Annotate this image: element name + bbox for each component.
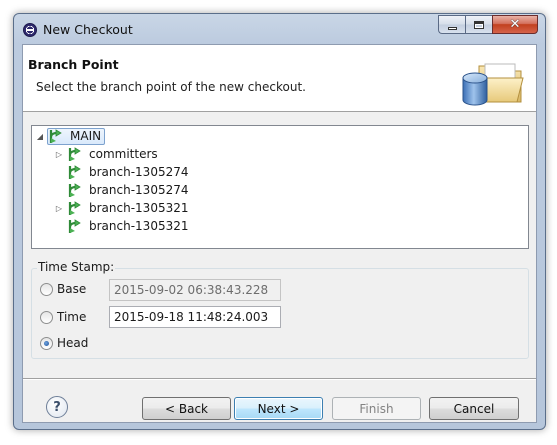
button-bar-separator <box>23 378 536 380</box>
help-icon: ? <box>53 399 61 415</box>
tree-label: MAIN <box>70 129 102 143</box>
dialog-client: Branch Point Select the branch point of … <box>22 44 537 423</box>
page-title: Branch Point <box>28 57 119 72</box>
next-button[interactable]: Next > <box>234 397 323 420</box>
maximize-icon <box>474 20 484 29</box>
close-icon: ✕ <box>509 17 521 32</box>
tree-row[interactable]: branch-1305274 <box>67 163 191 181</box>
radio-head[interactable]: Head <box>40 331 88 355</box>
tree-item-main[interactable]: MAIN <box>47 127 106 145</box>
dialog-window: New Checkout ✕ Branch Point Select the b… <box>13 13 546 430</box>
radio-base[interactable]: Base <box>40 277 86 301</box>
radio-button[interactable] <box>40 336 53 350</box>
maximize-button[interactable] <box>465 15 492 34</box>
branch-icon <box>68 201 81 215</box>
time-timestamp-field[interactable]: 2015-09-18 11:48:24.003 <box>109 306 281 328</box>
tree-row[interactable]: ▷ committers <box>54 145 160 163</box>
tree-label: branch-1305274 <box>89 183 189 197</box>
group-label: Time Stamp: <box>37 260 116 274</box>
help-button[interactable]: ? <box>46 396 68 418</box>
close-button[interactable]: ✕ <box>492 15 538 34</box>
tree-label: committers <box>89 147 158 161</box>
minimize-button[interactable] <box>438 15 465 34</box>
expand-triangle-icon[interactable]: ▷ <box>54 149 64 159</box>
branch-tree[interactable]: ◢ MAIN ▷ committers branch-1305274 branc… <box>31 125 529 249</box>
radio-label: Time <box>57 310 87 324</box>
minimize-icon <box>447 26 457 30</box>
base-timestamp-field: 2015-09-02 06:38:43.228 <box>109 279 281 301</box>
branch-icon <box>49 129 62 143</box>
branch-icon <box>68 147 81 161</box>
collapse-triangle-icon[interactable]: ◢ <box>35 131 45 141</box>
radio-time[interactable]: Time <box>40 305 86 329</box>
tree-row[interactable]: ▷ branch-1305321 <box>54 199 191 217</box>
title-bar[interactable]: New Checkout ✕ <box>14 14 545 44</box>
tree-label: branch-1305321 <box>89 201 189 215</box>
radio-label: Base <box>57 282 87 296</box>
tree-row[interactable]: branch-1305274 <box>67 181 191 199</box>
radio-label: Head <box>57 336 89 350</box>
window-title: New Checkout <box>43 22 133 37</box>
timestamp-group: Base 2015-09-02 06:38:43.228 Time 2015-0… <box>31 268 529 359</box>
eclipse-icon <box>23 23 37 37</box>
page-description: Select the branch point of the new check… <box>36 80 306 94</box>
wizard-header: Branch Point Select the branch point of … <box>23 45 536 112</box>
folder-database-icon <box>462 63 524 106</box>
tree-label: branch-1305321 <box>89 219 189 233</box>
expand-triangle-icon[interactable]: ▷ <box>54 203 64 213</box>
branch-icon <box>68 183 81 197</box>
finish-button: Finish <box>332 397 421 420</box>
tree-label: branch-1305274 <box>89 165 189 179</box>
branch-icon <box>68 165 81 179</box>
cancel-button[interactable]: Cancel <box>429 397 519 420</box>
branch-icon <box>68 219 81 233</box>
radio-button[interactable] <box>40 282 53 296</box>
back-button[interactable]: < Back <box>142 397 231 420</box>
radio-button[interactable] <box>40 310 53 324</box>
tree-row[interactable]: branch-1305321 <box>67 217 191 235</box>
window-controls: ✕ <box>438 15 538 34</box>
tree-row-main[interactable]: ◢ MAIN <box>35 127 106 145</box>
